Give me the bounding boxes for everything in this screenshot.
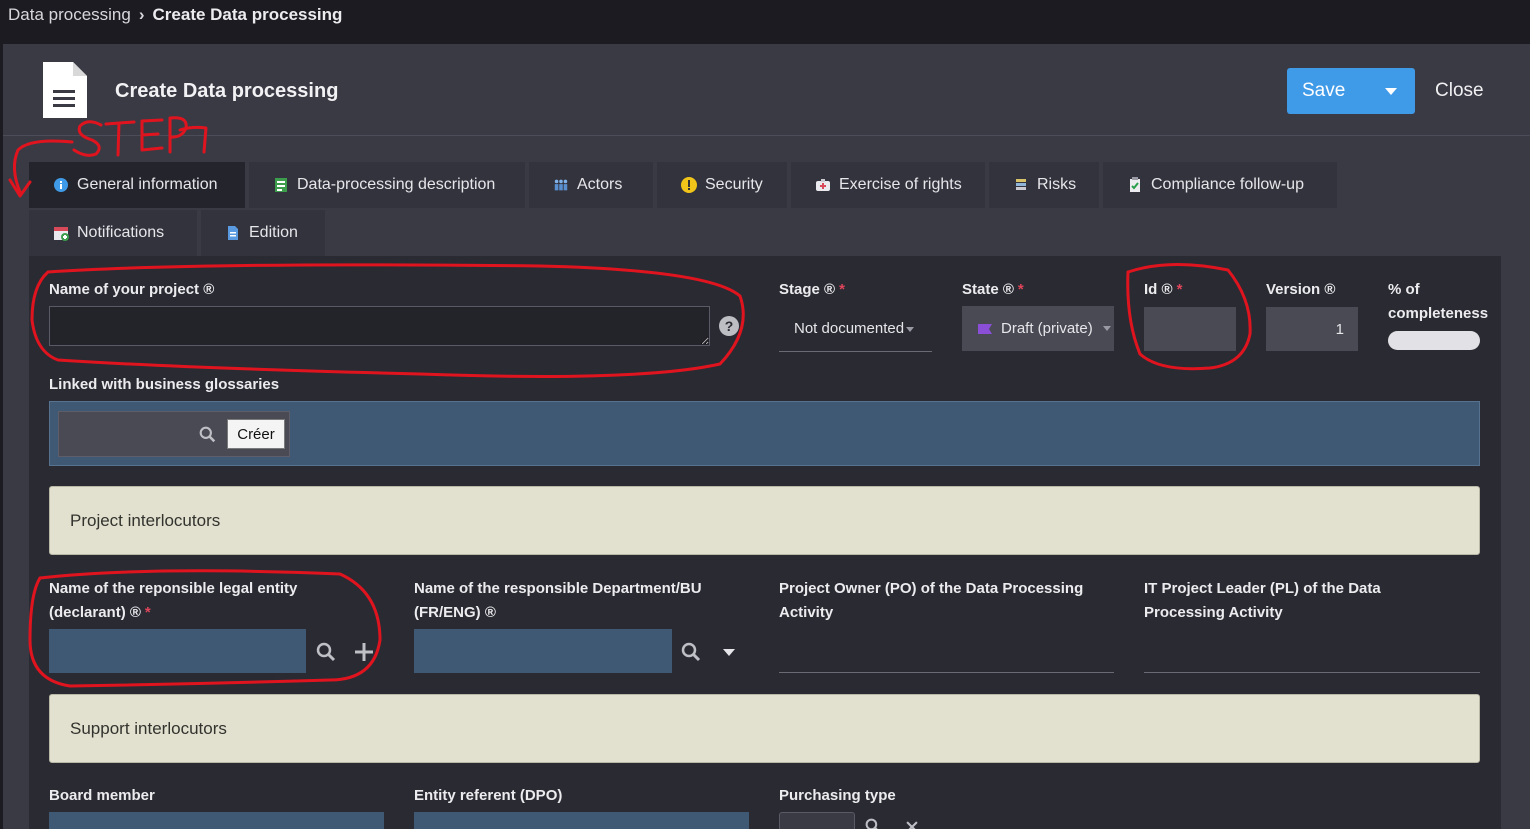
general-information-form: Name of your project ® ? Stage ® * Not do…: [29, 256, 1501, 829]
glossary-search-input[interactable]: Créer: [58, 411, 290, 457]
tab-risks[interactable]: Risks: [989, 162, 1099, 208]
search-icon[interactable]: [681, 642, 701, 662]
purchasing-type-input[interactable]: [779, 812, 855, 829]
save-button-label[interactable]: Save: [1287, 80, 1367, 102]
project-leader-label: IT Project Leader (PL) of the Data Proces…: [1144, 580, 1381, 621]
tab-label: Risks: [1037, 176, 1077, 193]
page-header: Create Data processing Save Close: [3, 44, 1530, 136]
stage-select-value[interactable]: Not documented: [794, 320, 915, 337]
main-panel: Create Data processing Save Close Genera…: [3, 44, 1530, 829]
breadcrumb-current: Create Data processing: [152, 5, 343, 24]
search-icon[interactable]: [865, 818, 881, 829]
department-label: Name of the responsible Department/BU (FR…: [414, 580, 702, 621]
support-interlocutors-section[interactable]: Support interlocutors: [49, 694, 1480, 763]
completeness-label: % of completeness: [1388, 281, 1489, 322]
project-owner-label: Project Owner (PO) of the Data Processin…: [779, 580, 1084, 621]
board-member-input[interactable]: [49, 812, 384, 829]
project-interlocutors-section[interactable]: Project interlocutors: [49, 486, 1480, 555]
project-name-input[interactable]: [49, 306, 710, 346]
chevron-down-icon[interactable]: [723, 649, 735, 656]
board-member-label: Board member: [49, 787, 155, 804]
tab-label: Data-processing description: [297, 176, 496, 193]
create-glossary-button[interactable]: Créer: [227, 419, 285, 449]
entity-referent-input[interactable]: [414, 812, 749, 829]
legal-entity-label: Name of the reponsible legal entity (decl…: [49, 580, 298, 621]
flag-icon: [978, 323, 992, 334]
tab-data-processing-description[interactable]: Data-processing description: [249, 162, 525, 208]
state-label: State ® *: [962, 281, 1024, 298]
close-button[interactable]: Close: [1435, 80, 1484, 102]
tab-label: Actors: [577, 176, 623, 193]
breadcrumb: Data processing › Create Data processing: [8, 5, 342, 25]
save-options-dropdown[interactable]: [1367, 87, 1415, 95]
calendar-add-icon: [53, 225, 69, 241]
id-label: Id ® *: [1144, 281, 1183, 298]
glossary-container: Créer: [49, 401, 1480, 466]
page-title: Create Data processing: [115, 80, 339, 102]
entity-referent-label: Entity referent (DPO): [414, 787, 563, 804]
spreadsheet-icon: [273, 177, 289, 193]
stack-icon: [1013, 177, 1029, 193]
glossary-label: Linked with business glossaries: [49, 376, 280, 393]
medical-kit-icon: [815, 177, 831, 193]
id-input[interactable]: [1144, 307, 1236, 351]
tab-label: Compliance follow-up: [1151, 176, 1304, 193]
breadcrumb-parent[interactable]: Data processing: [8, 5, 131, 25]
tab-edition[interactable]: Edition: [201, 210, 325, 256]
tab-actors[interactable]: Actors: [529, 162, 653, 208]
project-leader-input[interactable]: [1144, 629, 1480, 673]
search-icon[interactable]: [316, 642, 336, 662]
version-label: Version ®: [1266, 281, 1336, 298]
tab-label: Security: [705, 176, 763, 193]
tab-compliance-follow-up[interactable]: Compliance follow-up: [1103, 162, 1337, 208]
document-icon: [225, 225, 241, 241]
search-icon[interactable]: [199, 426, 216, 443]
tab-label: Exercise of rights: [839, 176, 962, 193]
tab-label: Edition: [249, 224, 298, 241]
legal-entity-input[interactable]: [49, 629, 306, 673]
stage-label: Stage ® *: [779, 281, 845, 298]
chevron-down-icon: [1102, 326, 1111, 331]
department-input[interactable]: [414, 629, 672, 673]
completeness-progress-bar: [1388, 331, 1480, 350]
version-input[interactable]: [1266, 307, 1358, 351]
document-icon: [43, 62, 87, 118]
save-button[interactable]: Save: [1287, 68, 1415, 114]
tab-security[interactable]: Security: [657, 162, 787, 208]
tab-notifications[interactable]: Notifications: [29, 210, 197, 256]
chevron-down-icon: [906, 326, 915, 332]
chevron-right-icon: ›: [138, 5, 145, 24]
info-icon: [53, 177, 69, 193]
people-icon: [553, 177, 569, 193]
chevron-down-icon: [1385, 87, 1397, 95]
purchasing-type-label: Purchasing type: [779, 787, 896, 804]
state-select-value[interactable]: Draft (private): [977, 320, 1111, 337]
tab-general-information[interactable]: General information: [29, 162, 245, 208]
close-icon[interactable]: [905, 820, 919, 829]
help-icon[interactable]: ?: [719, 316, 739, 336]
clipboard-check-icon: [1127, 177, 1143, 193]
warning-icon: [681, 177, 697, 193]
tab-label: General information: [77, 176, 218, 193]
tab-label: Notifications: [77, 224, 165, 241]
tab-exercise-of-rights[interactable]: Exercise of rights: [791, 162, 985, 208]
project-name-label: Name of your project ®: [49, 281, 215, 298]
project-owner-input[interactable]: [779, 629, 1114, 673]
plus-icon[interactable]: [354, 642, 374, 662]
